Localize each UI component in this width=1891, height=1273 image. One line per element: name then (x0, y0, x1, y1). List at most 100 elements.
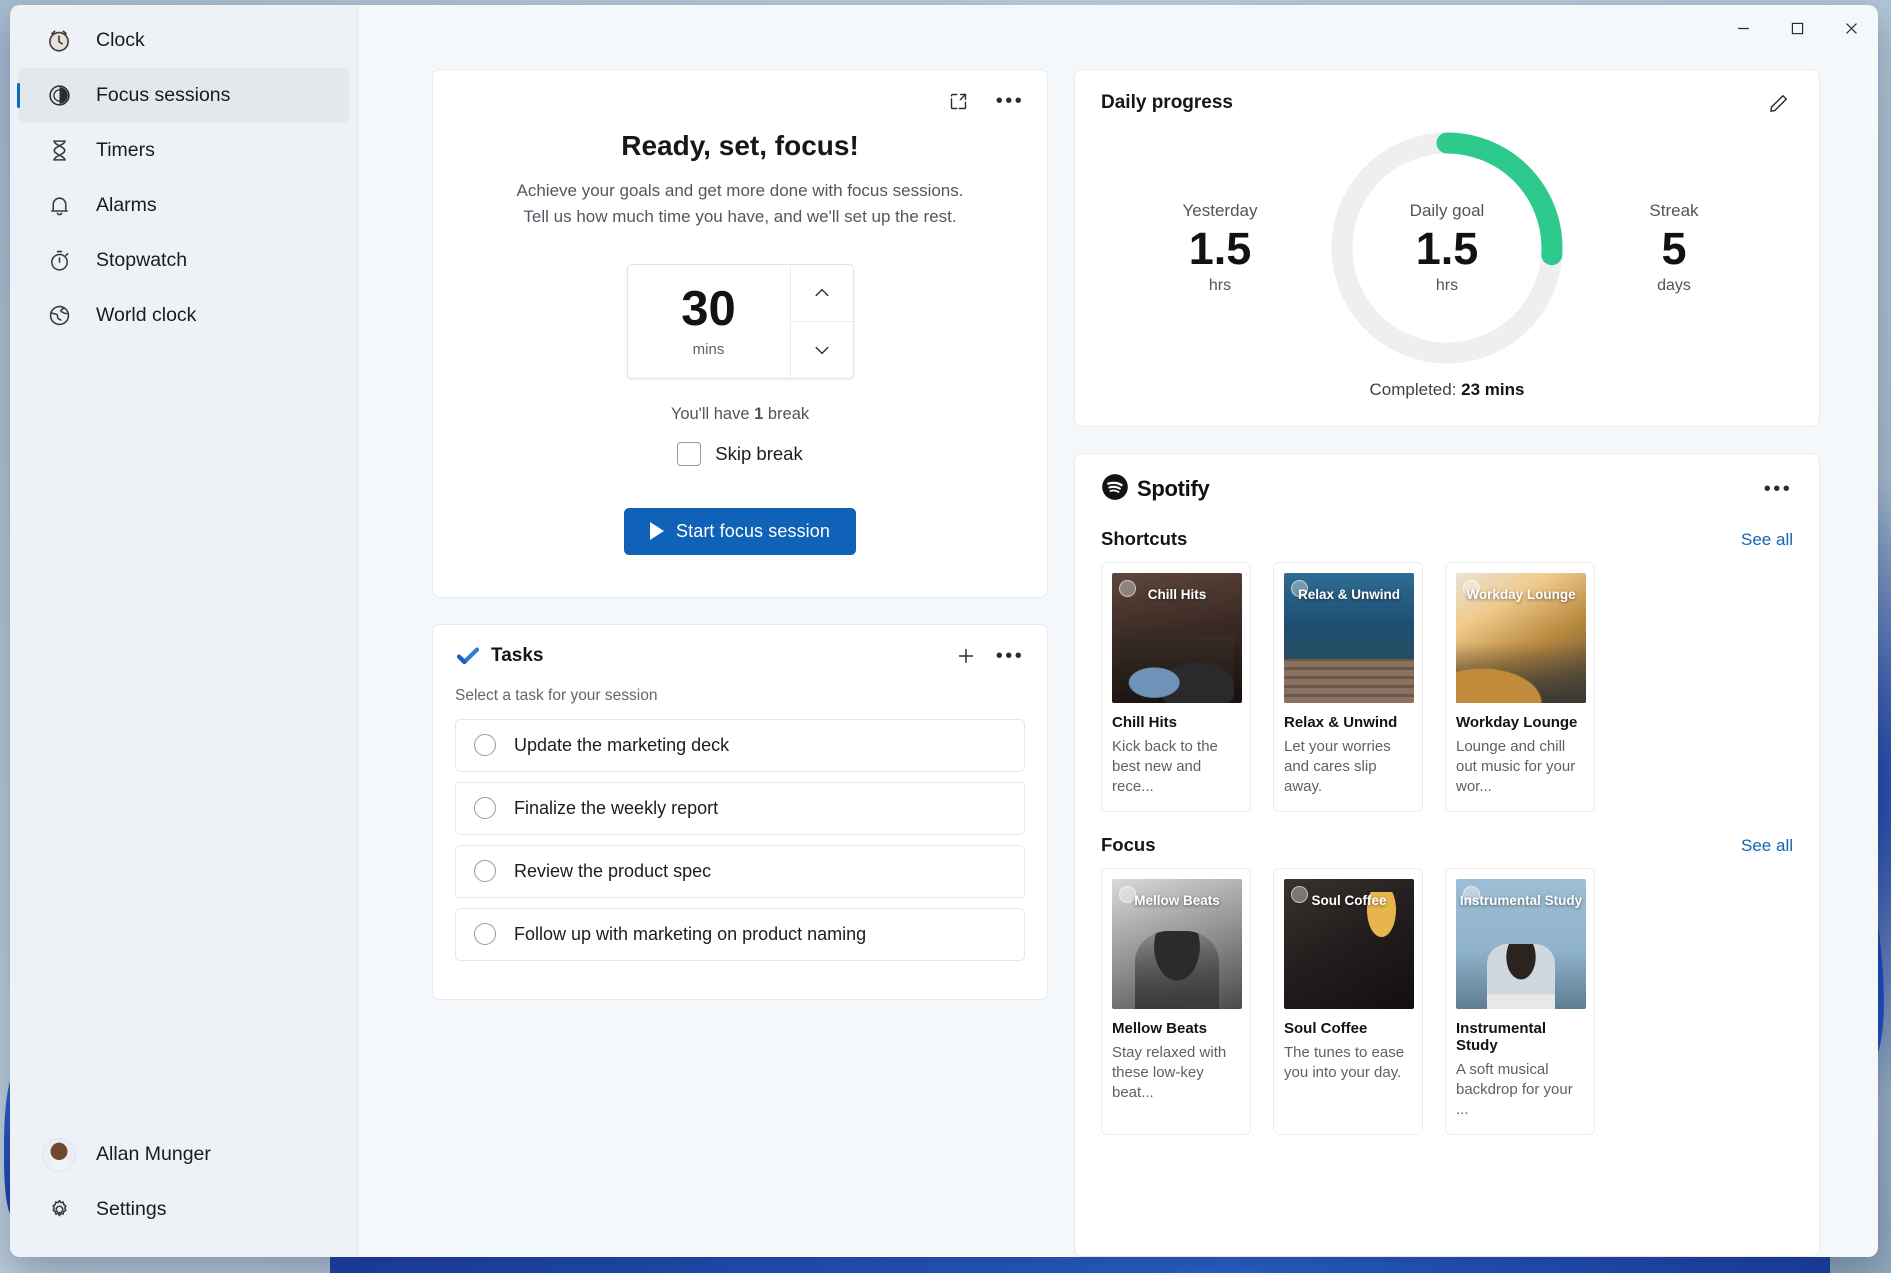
spotify-section-header: Focus See all (1101, 834, 1793, 856)
section-title: Shortcuts (1101, 528, 1188, 549)
stat-unit: hrs (1208, 276, 1232, 294)
add-task-icon[interactable] (951, 641, 981, 671)
sidebar-item-focus-sessions[interactable]: Focus sessions (17, 68, 349, 123)
left-column: ••• Ready, set, focus! Achieve your goal… (432, 69, 1048, 1257)
sidebar-item-alarms[interactable]: Alarms (18, 178, 349, 233)
ring-center-text: Daily goal 1.5 hrs (1410, 201, 1485, 295)
stat-value: 1.5 (1188, 223, 1252, 275)
spotify-section-header: Shortcuts See all (1101, 528, 1793, 550)
task-checkbox[interactable] (474, 860, 496, 883)
focus-subtitle-line2: Tell us how much time you have, and we'l… (523, 206, 957, 226)
maximize-button[interactable] (1770, 5, 1824, 51)
page-title: Ready, set, focus! (621, 130, 859, 161)
playlist-artwork: Instrumental Study (1456, 878, 1586, 1009)
focus-subtitle-line1: Achieve your goals and get more done wit… (516, 181, 964, 200)
stat-value: 1.5 (1415, 223, 1479, 275)
playlist-artwork: Soul Coffee (1284, 878, 1414, 1009)
play-icon (650, 522, 665, 541)
playlist-name: Instrumental Study (1456, 1019, 1547, 1054)
playlist-tile[interactable]: Relax & Unwind Relax & Unwind Let your wor… (1273, 562, 1423, 812)
playlist-tile[interactable]: Mellow Beats Mellow Beats Stay relaxed wit… (1101, 867, 1251, 1135)
start-focus-session-button[interactable]: Start focus session (624, 507, 856, 555)
playlist-tile[interactable]: Soul Coffee Soul Coffee The tunes to ease … (1273, 867, 1423, 1135)
task-row[interactable]: Follow up with marketing on product nami… (455, 907, 1025, 961)
spotify-sections: Shortcuts See all Chill Hits Chill Hits Kick… (1101, 506, 1793, 1135)
tasks-card: Tasks ••• Select a task for your session… (432, 623, 1048, 1000)
sidebar-item-stopwatch[interactable]: Stopwatch (18, 233, 349, 288)
skip-break-checkbox[interactable] (677, 441, 702, 466)
task-checkbox[interactable] (474, 797, 496, 820)
sidebar-item-settings[interactable]: Settings (18, 1182, 349, 1237)
playlist-tile[interactable]: Instrumental Study Instrumental Study A so… (1445, 867, 1595, 1135)
break-suffix: break (763, 404, 810, 423)
task-checkbox[interactable] (474, 923, 496, 946)
sidebar-item-label: Settings (96, 1198, 167, 1220)
playlist-name: Relax & Unwind (1284, 714, 1398, 731)
gear-icon (42, 1197, 76, 1222)
task-row[interactable]: Review the product spec (455, 844, 1025, 898)
account-item[interactable]: Allan Munger (18, 1127, 349, 1182)
tasks-title: Tasks (491, 644, 544, 666)
spotify-badge-icon (1291, 885, 1308, 903)
spotify-header: Spotify ••• (1101, 472, 1793, 506)
sidebar-item-label: Alarms (96, 194, 157, 216)
globe-icon (42, 303, 76, 328)
playlist-description: The tunes to ease you into your day. (1284, 1043, 1405, 1081)
more-options-icon[interactable]: ••• (995, 86, 1025, 116)
to-do-check-icon (455, 643, 481, 669)
artwork-title: Relax & Unwind (1297, 587, 1400, 602)
task-label: Finalize the weekly report (514, 797, 719, 818)
task-label: Follow up with marketing on product nami… (514, 923, 867, 944)
stat-unit: days (1657, 276, 1691, 294)
daily-goal-ring: Daily goal 1.5 hrs (1321, 122, 1573, 374)
chevron-up-icon[interactable] (790, 265, 853, 322)
spotify-tile-row: Mellow Beats Mellow Beats Stay relaxed wit… (1101, 867, 1793, 1135)
playlist-name: Mellow Beats (1112, 1019, 1208, 1037)
see-all-link[interactable]: See all (1741, 836, 1793, 856)
account-name-label: Allan Munger (96, 1143, 211, 1165)
quantity-stepper[interactable]: 30 mins (626, 263, 854, 379)
progress-body: Yesterday 1.5 hrs Daily goal 1.5 hrs Str… (1101, 122, 1793, 374)
task-checkbox[interactable] (474, 734, 496, 757)
pencil-icon[interactable] (1763, 88, 1793, 118)
tasks-more-options-icon[interactable]: ••• (995, 641, 1025, 671)
window-titlebar (10, 5, 1878, 57)
focus-sessions-icon (42, 83, 76, 108)
stat-label: Streak (1649, 201, 1699, 221)
stepper-value: 30 mins (628, 264, 791, 378)
start-button-label: Start focus session (676, 520, 830, 541)
skip-break-row[interactable]: Skip break (455, 441, 1025, 466)
right-column: Daily progress Yesterday 1.5 hrs Daily g… (1074, 69, 1820, 1257)
stat-unit: hrs (1435, 276, 1459, 294)
minimize-button[interactable] (1716, 5, 1770, 51)
playlist-tile[interactable]: Chill Hits Chill Hits Kick back to the bes… (1101, 562, 1251, 812)
spotify-wordmark: Spotify (1137, 476, 1210, 501)
progress-header: Daily progress (1101, 88, 1793, 118)
popout-icon[interactable] (943, 86, 973, 116)
spotify-card: Spotify ••• Shortcuts See all Chill Hits Ch… (1074, 453, 1820, 1257)
stat-label: Daily goal (1409, 201, 1485, 221)
playlist-description: Lounge and chill out music for your wor.… (1456, 738, 1576, 795)
playlist-tile[interactable]: Workday Lounge Workday Lounge Lounge and c… (1445, 562, 1595, 812)
section-title: Focus (1101, 833, 1156, 855)
spotify-brand: Spotify (1101, 473, 1763, 506)
artwork-title: Instrumental Study (1459, 892, 1583, 908)
clock-app-window: Clock Focus sessions Timers Alarms Stopw… (10, 5, 1878, 1257)
task-row[interactable]: Finalize the weekly report (455, 781, 1025, 835)
spotify-more-options-icon[interactable]: ••• (1763, 474, 1793, 504)
break-count: 1 (754, 404, 764, 423)
task-row[interactable]: Update the marketing deck (455, 718, 1025, 772)
sidebar-item-timers[interactable]: Timers (18, 123, 349, 178)
playlist-name: Chill Hits (1112, 714, 1178, 731)
focus-session-card: ••• Ready, set, focus! Achieve your goal… (432, 69, 1048, 598)
task-label: Update the marketing deck (514, 734, 730, 755)
sidebar-item-world-clock[interactable]: World clock (18, 288, 349, 343)
see-all-link[interactable]: See all (1741, 530, 1793, 550)
completed-status: Completed: 23 mins (1101, 380, 1793, 400)
sidebar-item-label: Timers (96, 139, 155, 161)
stat-streak: Streak 5 days (1599, 201, 1749, 295)
close-button[interactable] (1824, 5, 1878, 51)
chevron-down-icon[interactable] (791, 322, 853, 378)
duration-stepper-wrap: 30 mins (455, 263, 1025, 379)
playlist-description: Kick back to the best new and rece... (1112, 738, 1218, 795)
